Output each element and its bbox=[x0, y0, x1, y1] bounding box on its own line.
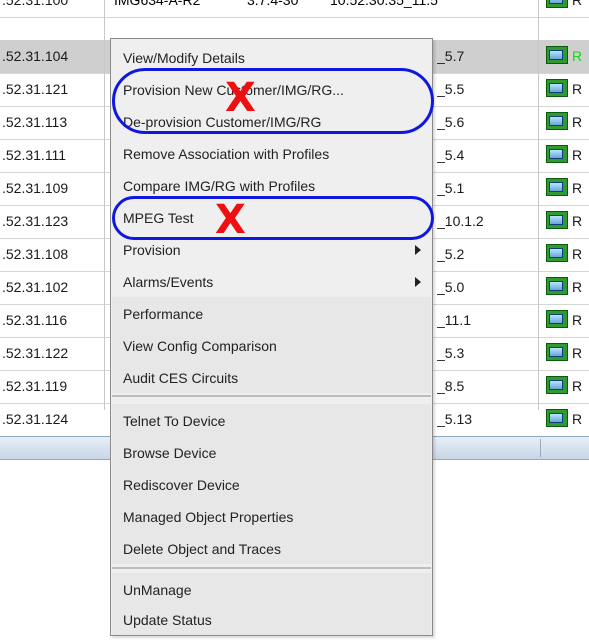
column-divider bbox=[538, 0, 539, 410]
device-status-icon bbox=[546, 79, 568, 97]
menu-item-label: Compare IMG/RG with Profiles bbox=[123, 178, 316, 194]
version-cell: _5.5 bbox=[437, 81, 465, 97]
menu-item-managed-object-properties[interactable]: Managed Object Properties bbox=[112, 500, 431, 532]
status-letter: R bbox=[572, 411, 583, 427]
menu-item-label: Rediscover Device bbox=[123, 477, 240, 493]
menu-item-rediscover-device[interactable]: Rediscover Device bbox=[112, 468, 431, 500]
status-letter: R bbox=[572, 180, 583, 196]
menu-item-performance[interactable]: Performance bbox=[112, 297, 431, 329]
menu-item-label: UnManage bbox=[123, 582, 192, 598]
status-letter: R bbox=[572, 279, 583, 295]
version-cell: _8.5 bbox=[437, 378, 465, 394]
version-cell: _5.6 bbox=[437, 114, 465, 130]
status-letter: R bbox=[572, 378, 583, 394]
model-cell: IMG634-A-R2 bbox=[114, 0, 201, 8]
menu-item-unmanage[interactable]: UnManage bbox=[112, 573, 431, 605]
status-letter: R bbox=[572, 81, 583, 97]
menu-item-label: MPEG Test bbox=[123, 210, 194, 226]
menu-item-label: Alarms/Events bbox=[123, 274, 214, 290]
menu-item-browse-device[interactable]: Browse Device bbox=[112, 436, 431, 468]
device-status-icon bbox=[546, 46, 568, 64]
menu-item-label: Browse Device bbox=[123, 445, 217, 461]
status-letter: R bbox=[572, 147, 583, 163]
status-letter: R bbox=[572, 48, 583, 64]
device-status-icon bbox=[546, 112, 568, 130]
device-status-icon bbox=[546, 0, 568, 8]
status-letter: R bbox=[572, 312, 583, 328]
menu-item-remove-association[interactable]: Remove Association with Profiles bbox=[112, 137, 431, 169]
menu-item-deprovision-customer[interactable]: De-provision Customer/IMG/RG bbox=[112, 105, 431, 137]
device-status-icon bbox=[546, 277, 568, 295]
table-row[interactable]: .52.31.100 IMG634-A-R2 3.7.4-30 10.52.30… bbox=[0, 0, 589, 18]
menu-item-label: View Config Comparison bbox=[123, 338, 277, 354]
ip-cell: .52.31.104 bbox=[2, 48, 69, 64]
device-status-icon bbox=[546, 310, 568, 328]
ip-cell: .52.31.121 bbox=[2, 81, 69, 97]
ip-cell: .52.31.124 bbox=[2, 411, 69, 427]
menu-item-label: View/Modify Details bbox=[123, 50, 245, 66]
menu-item-mpeg-test[interactable]: MPEG Test bbox=[112, 201, 431, 233]
menu-item-label: Delete Object and Traces bbox=[123, 541, 281, 557]
version-cell: _5.3 bbox=[437, 345, 465, 361]
context-menu: View/Modify Details Provision New Custom… bbox=[110, 38, 433, 636]
menu-item-view-config-comparison[interactable]: View Config Comparison bbox=[112, 329, 431, 361]
version-cell: _10.1.2 bbox=[437, 213, 484, 229]
version-cell: _5.2 bbox=[437, 246, 465, 262]
menu-item-compare-profiles[interactable]: Compare IMG/RG with Profiles bbox=[112, 169, 431, 201]
menu-item-label: Audit CES Circuits bbox=[123, 370, 239, 386]
ip-cell: .52.31.109 bbox=[2, 180, 69, 196]
menu-item-label: Provision New Customer/IMG/RG... bbox=[123, 82, 344, 98]
menu-item-label: Provision bbox=[123, 242, 181, 258]
version-cell: _5.13 bbox=[437, 411, 473, 427]
column-divider bbox=[104, 0, 105, 410]
ip-cell: .52.31.113 bbox=[2, 114, 68, 130]
version-cell: _5.7 bbox=[437, 48, 465, 64]
scrollbar-divider bbox=[540, 439, 541, 457]
menu-separator bbox=[112, 567, 431, 569]
device-status-icon bbox=[546, 343, 568, 361]
ip-cell: .52.31.102 bbox=[2, 279, 69, 295]
status-letter: R bbox=[572, 246, 583, 262]
version-cell: _5.1 bbox=[437, 180, 465, 196]
device-status-icon bbox=[546, 145, 568, 163]
ip-cell: .52.31.119 bbox=[2, 378, 68, 394]
device-status-icon bbox=[546, 409, 568, 427]
device-status-icon bbox=[546, 376, 568, 394]
ip-cell: .52.31.108 bbox=[2, 246, 69, 262]
ip-cell: .52.31.116 bbox=[2, 312, 68, 328]
device-status-icon bbox=[546, 211, 568, 229]
menu-item-audit-ces-circuits[interactable]: Audit CES Circuits bbox=[112, 361, 431, 393]
device-status-icon bbox=[546, 244, 568, 262]
version-cell: _11.1 bbox=[437, 312, 471, 328]
menu-item-label: Update Status bbox=[123, 612, 212, 628]
version-cell: _5.0 bbox=[437, 279, 465, 295]
version-cell: _5.4 bbox=[437, 147, 465, 163]
menu-item-label: De-provision Customer/IMG/RG bbox=[123, 114, 322, 130]
address-cell: 10.52.30.35_11.5 bbox=[330, 0, 438, 8]
menu-item-update-status[interactable]: Update Status bbox=[112, 603, 431, 635]
status-letter: R bbox=[572, 213, 583, 229]
version-cell: 3.7.4-30 bbox=[247, 0, 299, 8]
menu-item-provision-new-customer[interactable]: Provision New Customer/IMG/RG... bbox=[112, 73, 431, 105]
menu-item-label: Managed Object Properties bbox=[123, 509, 294, 525]
status-letter: R bbox=[572, 345, 583, 361]
status-letter: R bbox=[572, 0, 583, 8]
ip-cell: .52.31.111 bbox=[2, 147, 67, 163]
submenu-arrow-icon bbox=[415, 245, 421, 255]
menu-item-telnet-to-device[interactable]: Telnet To Device bbox=[112, 404, 431, 436]
menu-item-label: Remove Association with Profiles bbox=[123, 146, 330, 162]
status-letter: R bbox=[572, 114, 583, 130]
menu-item-label: Performance bbox=[123, 306, 204, 322]
ip-cell: .52.31.100 bbox=[2, 0, 69, 8]
submenu-arrow-icon bbox=[415, 277, 421, 287]
menu-item-view-modify-details[interactable]: View/Modify Details bbox=[112, 41, 431, 73]
device-status-icon bbox=[546, 178, 568, 196]
menu-separator bbox=[112, 395, 431, 397]
menu-item-provision[interactable]: Provision bbox=[112, 233, 431, 265]
menu-item-delete-object-and-traces[interactable]: Delete Object and Traces bbox=[112, 532, 431, 564]
menu-item-alarms-events[interactable]: Alarms/Events bbox=[112, 265, 431, 297]
ip-cell: .52.31.123 bbox=[2, 213, 69, 229]
ip-cell: .52.31.122 bbox=[2, 345, 69, 361]
menu-item-label: Telnet To Device bbox=[123, 413, 226, 429]
